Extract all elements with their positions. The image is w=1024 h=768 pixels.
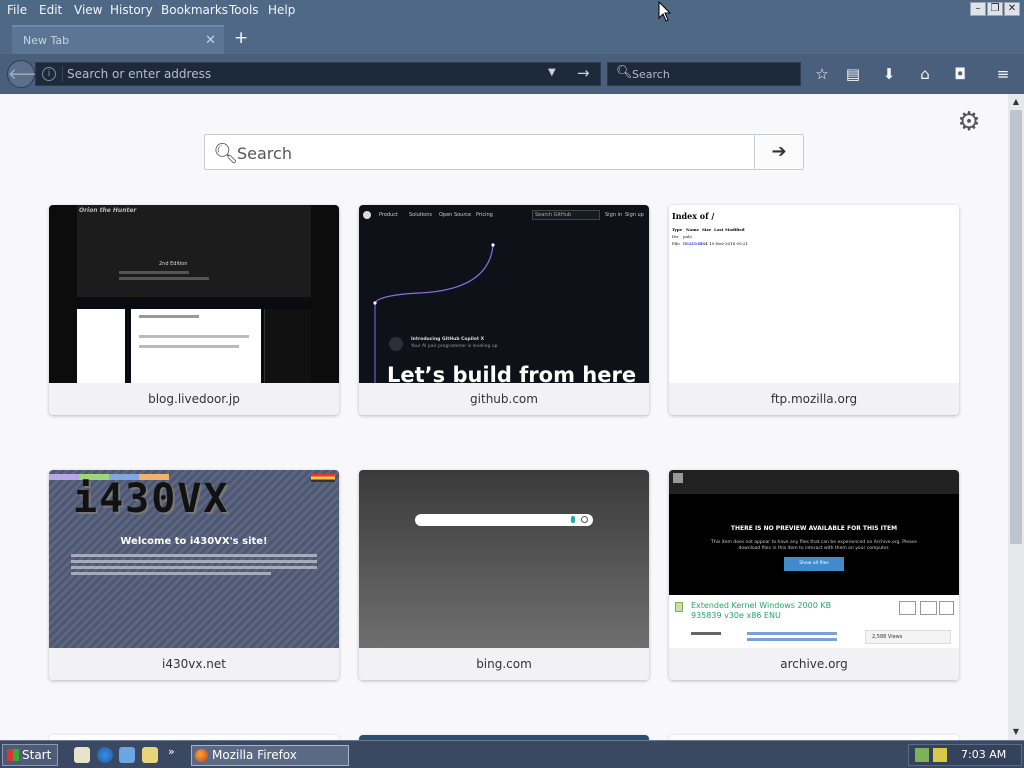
top-site-tile-bing[interactable]: bing.com bbox=[359, 470, 649, 680]
bing-search-box bbox=[415, 514, 593, 526]
arrow-right-icon: ➔ bbox=[771, 141, 787, 162]
menu-bar: File Edit View History Bookmarks Tools H… bbox=[0, 0, 1024, 22]
search-icon bbox=[581, 516, 588, 523]
taskbar: Start » Mozilla Firefox 7:03 AM bbox=[0, 740, 1024, 768]
top-site-tile-archive[interactable]: THERE IS NO PREVIEW AVAILABLE FOR THIS I… bbox=[669, 470, 959, 680]
tile-thumbnail: i430VX Welcome to i430VX's site! bbox=[49, 470, 339, 648]
gear-icon[interactable]: ⚙ bbox=[955, 108, 983, 136]
menu-edit[interactable]: Edit bbox=[39, 3, 62, 17]
search-icon: 🔍︎ bbox=[616, 65, 633, 80]
github-headline: Let’s build from here bbox=[387, 363, 637, 383]
taskbar-item-firefox[interactable]: Mozilla Firefox bbox=[191, 745, 349, 766]
scrollbar-thumb[interactable] bbox=[1010, 110, 1022, 544]
scroll-down-icon[interactable]: ▼ bbox=[1010, 726, 1022, 738]
tile-thumbnail: Product Solutions Open Source Pricing Se… bbox=[359, 205, 649, 383]
info-icon[interactable]: i bbox=[42, 67, 56, 81]
archive-views: 2,588 Views bbox=[865, 630, 951, 644]
scroll-up-icon[interactable]: ▲ bbox=[1010, 96, 1022, 108]
search-submit-button[interactable]: ➔ bbox=[754, 135, 803, 169]
tile-title: archive.org bbox=[669, 648, 959, 680]
system-tray: 7:03 AM bbox=[908, 744, 1022, 766]
copilot-icon bbox=[389, 337, 403, 351]
bookmark-star-icon[interactable]: ☆ bbox=[812, 64, 832, 84]
archive-no-preview: THERE IS NO PREVIEW AVAILABLE FOR THIS I… bbox=[730, 525, 898, 532]
volume-icon[interactable] bbox=[933, 748, 947, 762]
new-tab-button[interactable]: + bbox=[234, 28, 248, 48]
tile-title: blog.livedoor.jp bbox=[49, 383, 339, 415]
top-site-tile-ftp-mozilla[interactable]: Index of / Type Name Size Last Modified … bbox=[669, 205, 959, 415]
menu-help[interactable]: Help bbox=[268, 3, 295, 17]
hamburger-menu-icon[interactable]: ≡ bbox=[993, 64, 1013, 84]
tile-title: github.com bbox=[359, 383, 649, 415]
tile-thumbnail: Index of / Type Name Size Last Modified … bbox=[669, 205, 959, 383]
tile-thumbnail bbox=[359, 470, 649, 648]
vertical-scrollbar[interactable]: ▲ ▼ bbox=[1008, 94, 1024, 740]
menu-history[interactable]: History bbox=[110, 3, 153, 17]
task-label: Mozilla Firefox bbox=[212, 748, 297, 762]
tile-title: i430vx.net bbox=[49, 648, 339, 680]
tile-title: ftp.mozilla.org bbox=[669, 383, 959, 415]
minimize-window-button[interactable]: – bbox=[970, 2, 986, 16]
archive-logo-icon bbox=[673, 473, 683, 483]
tab-strip: New Tab ✕ + bbox=[0, 22, 1024, 54]
tab-label: New Tab bbox=[23, 34, 70, 47]
start-logo-icon bbox=[7, 749, 19, 761]
top-site-tile-i430vx[interactable]: i430VX Welcome to i430VX's site! i430vx.… bbox=[49, 470, 339, 680]
start-label: Start bbox=[22, 748, 52, 762]
show-desktop-icon[interactable] bbox=[74, 747, 90, 763]
firefox-icon bbox=[195, 749, 208, 762]
menu-file[interactable]: File bbox=[7, 3, 27, 17]
i430vx-welcome: Welcome to i430VX's site! bbox=[120, 536, 268, 547]
folder-icon[interactable] bbox=[142, 747, 158, 763]
clock[interactable]: 7:03 AM bbox=[961, 748, 1006, 761]
close-tab-icon[interactable]: ✕ bbox=[205, 33, 216, 48]
back-button[interactable]: 🡐 bbox=[7, 60, 48, 88]
navigation-toolbar: 🡐 i ▼ → 🔍︎ ☆ ▤ ⬇ ⌂ ◘ ≡ bbox=[0, 54, 1024, 94]
reading-list-icon[interactable]: ▤ bbox=[843, 64, 863, 84]
address-input[interactable] bbox=[67, 65, 537, 83]
quicklaunch-overflow-icon[interactable]: » bbox=[168, 745, 175, 758]
archive-item-title: Extended Kernel Windows 2000 KB 935839 v… bbox=[691, 601, 832, 620]
menu-view[interactable]: View bbox=[74, 3, 102, 17]
page-search-box: 🔍︎ ➔ bbox=[204, 134, 804, 170]
top-site-tile-livedoor[interactable]: Orion the Hunter 2nd Edition blog.livedo… bbox=[49, 205, 339, 415]
tile-title: bing.com bbox=[359, 648, 649, 680]
new-tab-page: ⚙ 🔍︎ ➔ Orion the Hunter 2nd Edition blog… bbox=[0, 94, 1008, 740]
i430vx-logo: i430VX bbox=[73, 476, 230, 522]
livedoor-edition-text: 2nd Edition bbox=[159, 261, 188, 267]
search-icon: 🔍︎ bbox=[213, 141, 239, 165]
mouse-cursor-icon bbox=[658, 1, 672, 22]
close-window-button[interactable]: ✕ bbox=[1004, 2, 1020, 16]
pocket-icon[interactable]: ◘ bbox=[950, 64, 970, 84]
history-dropdown-icon[interactable]: ▼ bbox=[548, 67, 556, 78]
livedoor-header-text: Orion the Hunter bbox=[79, 207, 137, 214]
download-icon[interactable]: ⬇ bbox=[879, 64, 899, 84]
search-bar: 🔍︎ bbox=[607, 62, 801, 86]
menu-bookmarks[interactable]: Bookmarks bbox=[161, 3, 228, 17]
tab-new-tab[interactable]: New Tab ✕ bbox=[12, 25, 224, 54]
archive-item-icon bbox=[675, 602, 683, 612]
outlook-express-icon[interactable] bbox=[119, 747, 135, 763]
ftp-index-title: Index of / bbox=[672, 211, 715, 221]
address-bar: i ▼ → bbox=[35, 62, 601, 86]
page-search-input[interactable] bbox=[237, 141, 747, 165]
github-hero-line bbox=[373, 243, 495, 383]
internet-explorer-icon[interactable] bbox=[97, 747, 113, 763]
top-site-tile-github[interactable]: Product Solutions Open Source Pricing Se… bbox=[359, 205, 649, 415]
home-icon[interactable]: ⌂ bbox=[915, 64, 935, 84]
restore-window-button[interactable]: ❐ bbox=[987, 2, 1003, 16]
tile-thumbnail: Orion the Hunter 2nd Edition bbox=[49, 205, 339, 383]
search-input[interactable] bbox=[632, 66, 792, 83]
tile-thumbnail: THERE IS NO PREVIEW AVAILABLE FOR THIS I… bbox=[669, 470, 959, 648]
network-icon[interactable] bbox=[915, 748, 929, 762]
start-button[interactable]: Start bbox=[2, 744, 58, 766]
urlbar-divider bbox=[62, 66, 63, 82]
archive-show-all-button: Show all files bbox=[784, 557, 844, 571]
microphone-icon bbox=[571, 516, 575, 523]
menu-tools[interactable]: Tools bbox=[229, 3, 259, 17]
go-arrow-icon[interactable]: → bbox=[577, 64, 590, 82]
